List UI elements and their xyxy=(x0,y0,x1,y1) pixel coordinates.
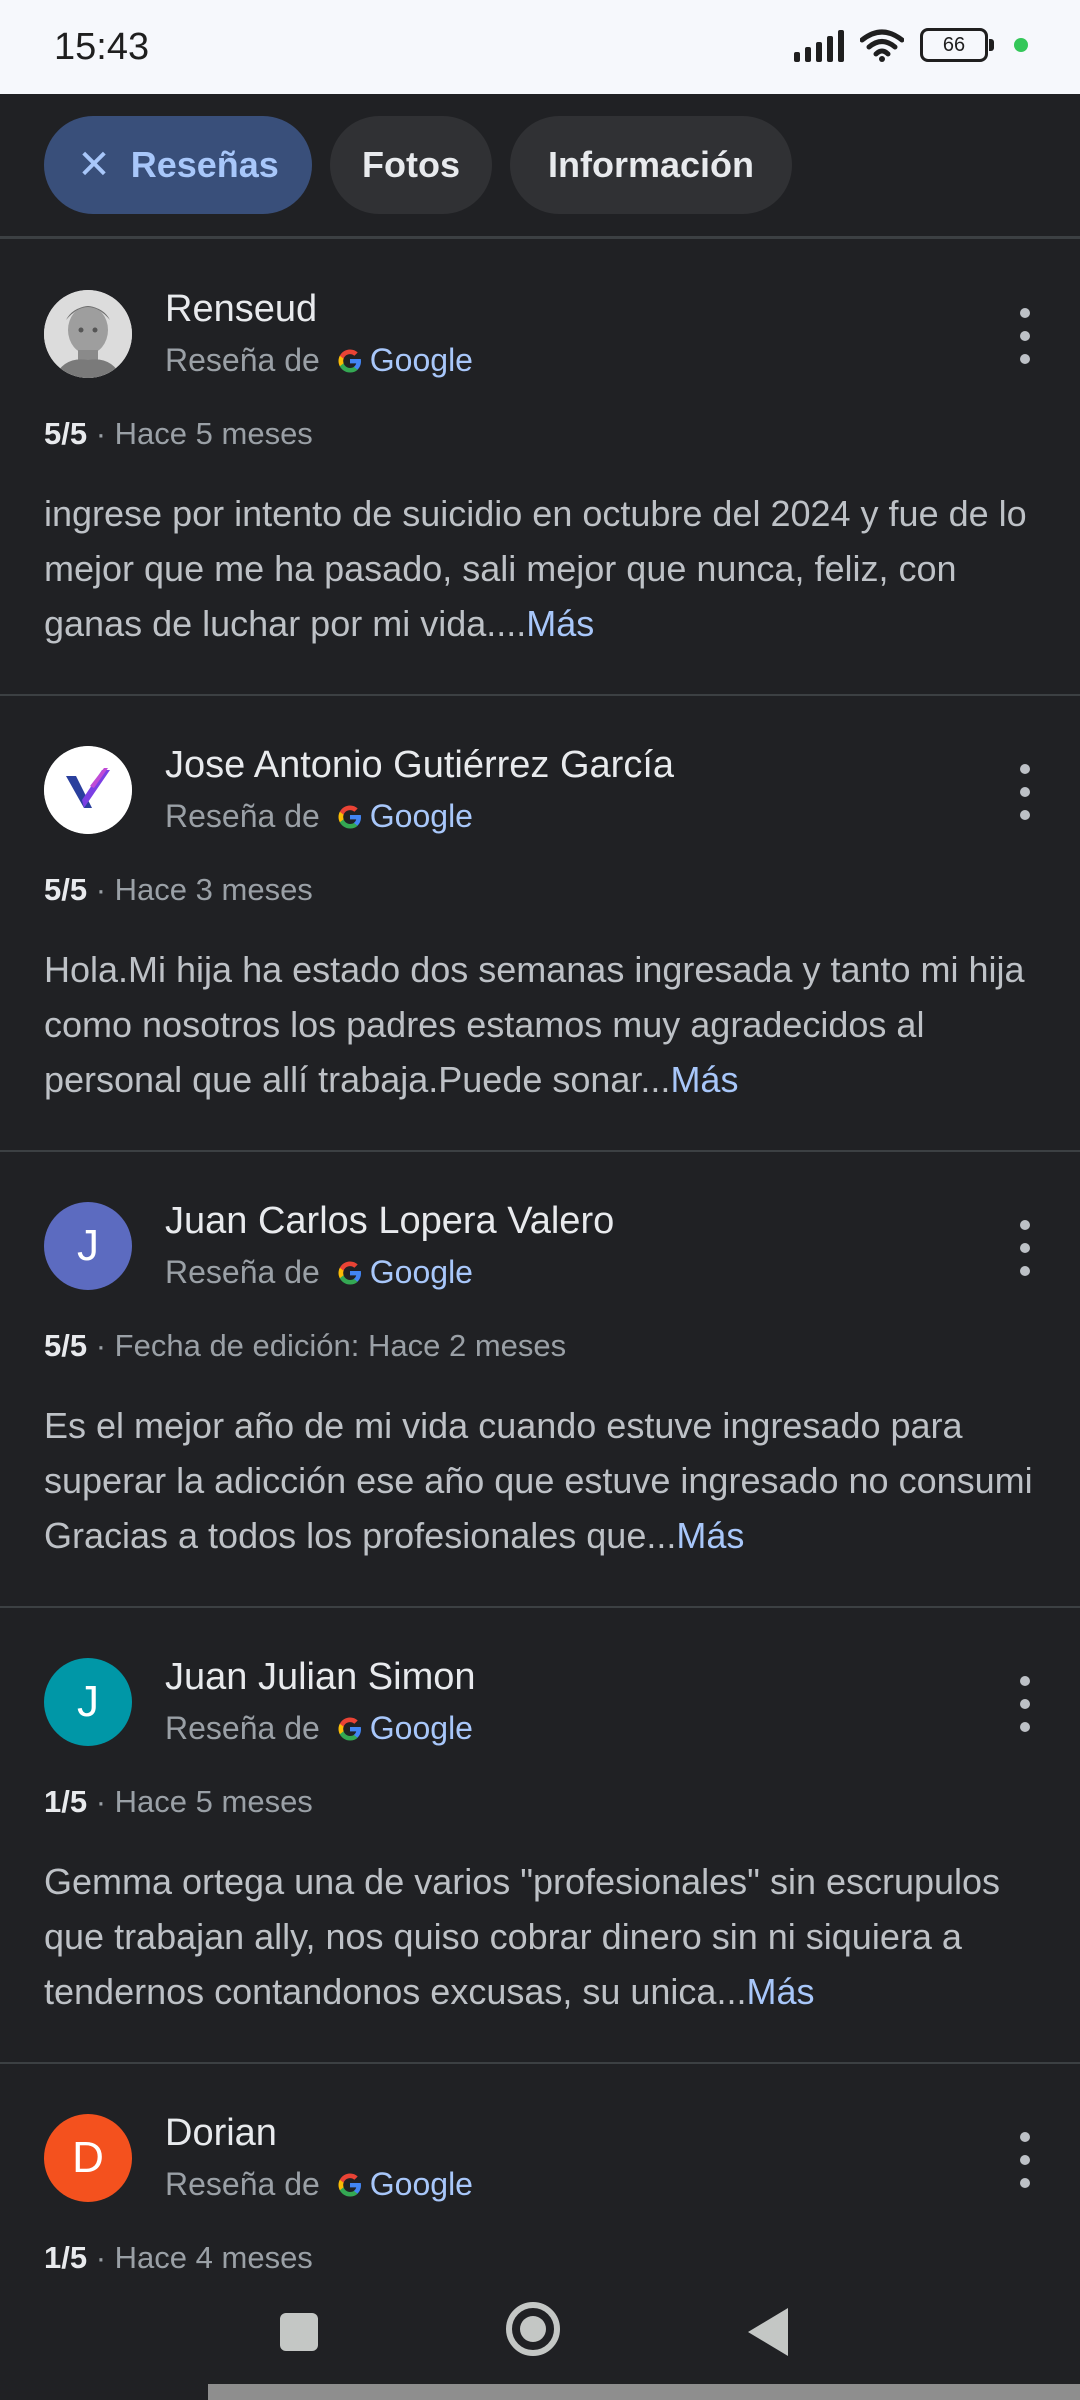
review-author[interactable]: Juan Julian Simon xyxy=(165,1656,476,1699)
google-g-icon xyxy=(338,2173,361,2196)
review-time: · Hace 3 meses xyxy=(95,872,313,907)
v-logo-avatar-icon[interactable] xyxy=(44,746,132,834)
privacy-indicator-dot xyxy=(1014,38,1028,52)
tab-reviews[interactable]: ✕ Reseñas xyxy=(44,116,312,214)
recents-icon[interactable] xyxy=(280,2313,318,2351)
review-author[interactable]: Renseud xyxy=(165,288,317,331)
avatar-letter: J xyxy=(77,1221,99,1270)
more-options-icon[interactable] xyxy=(1010,764,1040,820)
more-link[interactable]: Más xyxy=(676,1515,744,1556)
statue-avatar-icon[interactable] xyxy=(44,290,132,378)
review-text[interactable]: ingrese por intento de suicidio en octub… xyxy=(44,486,1044,651)
review-card: J Juan Julian Simon Reseña de Google 1/5… xyxy=(0,1608,1080,2064)
review-score: 1/5 xyxy=(44,2240,88,2270)
tab-info-label: Información xyxy=(547,144,754,185)
google-g-icon xyxy=(338,1261,361,1284)
review-source-google[interactable]: Google xyxy=(370,342,473,379)
review-rating: 1/5 · Hace 5 meses xyxy=(44,1784,313,1820)
gesture-bar xyxy=(208,2384,1080,2400)
review-rating: 5/5 · Fecha de edición: Hace 2 meses xyxy=(44,1328,566,1364)
status-bar: 15:43 66 xyxy=(0,0,1080,94)
review-card: J Juan Carlos Lopera Valero Reseña de Go… xyxy=(0,1152,1080,1608)
review-source: Reseña de Google xyxy=(165,798,473,835)
avatar[interactable]: J xyxy=(44,1658,132,1746)
system-nav-bar xyxy=(0,2270,1080,2400)
review-text-content: Hola.Mi hija ha estado dos semanas ingre… xyxy=(44,949,1025,1100)
tab-reviews-label: Reseñas xyxy=(130,144,279,185)
review-source: Reseña de Google xyxy=(165,1254,473,1291)
review-text[interactable]: Gemma ortega una de varios "profesionale… xyxy=(44,1854,1044,2019)
review-source: Reseña de Google xyxy=(165,342,473,379)
avatar[interactable]: J xyxy=(44,1202,132,1290)
review-author[interactable]: Juan Carlos Lopera Valero xyxy=(165,1200,614,1243)
google-g-icon xyxy=(338,349,361,372)
google-g-icon xyxy=(338,805,361,828)
review-source-prefix: Reseña de xyxy=(165,1254,320,1290)
review-score: 5/5 xyxy=(44,416,88,451)
review-time: · Fecha de edición: Hace 2 meses xyxy=(95,1328,567,1363)
review-card: Jose Antonio Gutiérrez García Reseña de … xyxy=(0,696,1080,1152)
review-source-google[interactable]: Google xyxy=(370,2166,473,2203)
more-link[interactable]: Más xyxy=(526,603,594,644)
review-source: Reseña de Google xyxy=(165,1710,473,1747)
tab-info[interactable]: Información xyxy=(510,116,792,214)
review-author[interactable]: Jose Antonio Gutiérrez García xyxy=(165,744,674,787)
review-score: 5/5 xyxy=(44,872,88,907)
review-time: · Hace 5 meses xyxy=(95,1784,313,1819)
wifi-icon xyxy=(860,29,904,62)
review-author[interactable]: Dorian xyxy=(165,2112,277,2155)
close-icon[interactable]: ✕ xyxy=(77,142,111,188)
review-source: Reseña de Google xyxy=(165,2166,473,2203)
review-text[interactable]: Es el mejor año de mi vida cuando estuve… xyxy=(44,1398,1044,1563)
battery-icon: 66 xyxy=(920,28,994,62)
review-rating: 1/5 · Hace 4 meses xyxy=(44,2240,313,2270)
review-score: 5/5 xyxy=(44,1328,88,1363)
review-card: Renseud Reseña de Google 5/5 · Hace 5 me… xyxy=(0,240,1080,696)
review-rating: 5/5 · Hace 5 meses xyxy=(44,416,313,452)
review-text-content: Es el mejor año de mi vida cuando estuve… xyxy=(44,1405,1033,1556)
review-time: · Hace 5 meses xyxy=(95,416,313,451)
more-link[interactable]: Más xyxy=(746,1971,814,2012)
tab-photos-label: Fotos xyxy=(362,144,460,185)
google-g-icon xyxy=(338,1717,361,1740)
review-card: D Dorian Reseña de Google 1/5 · Hace 4 m… xyxy=(0,2064,1080,2270)
reviews-list: Renseud Reseña de Google 5/5 · Hace 5 me… xyxy=(0,240,1080,2270)
review-score: 1/5 xyxy=(44,1784,88,1819)
more-options-icon[interactable] xyxy=(1010,308,1040,364)
more-options-icon[interactable] xyxy=(1010,2132,1040,2188)
review-text[interactable]: Hola.Mi hija ha estado dos semanas ingre… xyxy=(44,942,1044,1107)
avatar-letter: D xyxy=(72,2133,104,2182)
review-source-google[interactable]: Google xyxy=(370,798,473,835)
home-icon[interactable] xyxy=(506,2302,560,2356)
review-time: · Hace 4 meses xyxy=(95,2240,313,2270)
back-icon[interactable] xyxy=(748,2308,788,2356)
filter-tabs: ✕ Reseñas Fotos Información xyxy=(0,94,1080,239)
review-source-prefix: Reseña de xyxy=(165,2166,320,2202)
more-options-icon[interactable] xyxy=(1010,1676,1040,1732)
review-source-prefix: Reseña de xyxy=(165,1710,320,1746)
review-source-google[interactable]: Google xyxy=(370,1254,473,1291)
avatar[interactable]: D xyxy=(44,2114,132,2202)
tabs-divider xyxy=(0,236,1080,239)
review-rating: 5/5 · Hace 3 meses xyxy=(44,872,313,908)
review-text-content: Gemma ortega una de varios "profesionale… xyxy=(44,1861,1001,2012)
review-source-prefix: Reseña de xyxy=(165,798,320,834)
review-source-prefix: Reseña de xyxy=(165,342,320,378)
more-link[interactable]: Más xyxy=(670,1059,738,1100)
more-options-icon[interactable] xyxy=(1010,1220,1040,1276)
signal-icon xyxy=(794,28,844,62)
avatar-letter: J xyxy=(77,1677,99,1726)
status-time: 15:43 xyxy=(54,26,150,68)
tab-photos[interactable]: Fotos xyxy=(330,116,492,214)
review-source-google[interactable]: Google xyxy=(370,1710,473,1747)
